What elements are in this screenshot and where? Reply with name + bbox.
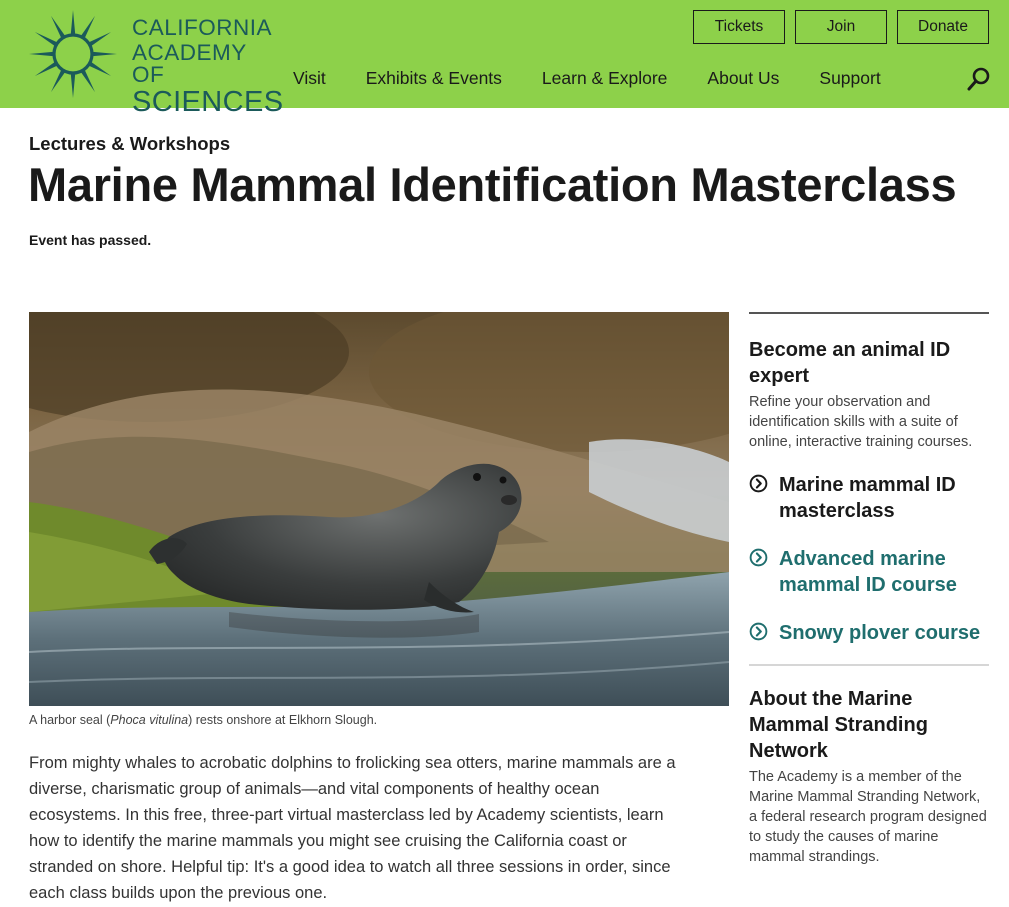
join-button[interactable]: Join	[795, 10, 887, 44]
tickets-button[interactable]: Tickets	[693, 10, 785, 44]
link-snowy-plover-course[interactable]: Snowy plover course	[749, 620, 989, 646]
page-title: Marine Mammal Identification Masterclass	[28, 158, 957, 211]
caption-suffix: ) rests onshore at Elkhorn Slough.	[188, 713, 378, 727]
sidebar-divider	[749, 664, 989, 666]
stranding-network-block: About the Marine Mammal Stranding Networ…	[749, 686, 989, 867]
nav-item-visit[interactable]: Visit	[293, 68, 326, 89]
donate-button[interactable]: Donate	[897, 10, 989, 44]
logo-line-3: SCIENCES	[132, 85, 284, 118]
caption-species: Phoca vitulina	[110, 713, 189, 727]
event-category[interactable]: Lectures & Workshops	[29, 133, 230, 155]
sidebar-text-animal-id: Refine your observation and identificati…	[749, 394, 973, 450]
harbor-seal-image	[29, 312, 729, 706]
link-label: Marine mammal ID masterclass	[779, 474, 956, 522]
sidebar: Become an animal ID expert Refine your o…	[749, 312, 989, 867]
logo-ray	[70, 72, 76, 98]
logo-wordmark: CALIFORNIA ACADEMY OF SCIENCES	[132, 15, 284, 118]
utility-buttons: Tickets Join Donate	[693, 10, 989, 44]
chevron-circle-right-icon	[749, 548, 768, 567]
image-caption: A harbor seal (Phoca vitulina) rests ons…	[29, 713, 377, 727]
logo-ray	[34, 61, 58, 76]
academy-logo[interactable]: CALIFORNIA ACADEMY OF SCIENCES	[27, 9, 283, 116]
link-marine-mammal-masterclass[interactable]: Marine mammal ID masterclass	[749, 472, 989, 524]
sidebar-heading-stranding-network: About the Marine Mammal Stranding Networ…	[749, 688, 928, 762]
logo-ray	[80, 15, 95, 39]
logo-ray	[88, 61, 112, 76]
nav-item-learn-explore[interactable]: Learn & Explore	[542, 68, 668, 89]
starburst-logo-icon	[29, 10, 117, 98]
chevron-circle-right-icon	[749, 622, 768, 641]
nav-item-about-us[interactable]: About Us	[707, 68, 779, 89]
event-status: Event has passed.	[29, 232, 152, 248]
site-header: CALIFORNIA ACADEMY OF SCIENCES Tickets J…	[0, 0, 1009, 116]
logo-ray	[51, 69, 66, 93]
nav-item-support[interactable]: Support	[819, 68, 880, 89]
event-description: From mighty whales to acrobatic dolphins…	[29, 754, 676, 902]
logo-line-1: CALIFORNIA	[132, 15, 273, 40]
sidebar-text-stranding-network: The Academy is a member of the Marine Ma…	[749, 769, 987, 865]
logo-ray	[29, 51, 55, 57]
logo-ray	[70, 10, 76, 36]
link-label: Advanced marine mammal ID course	[779, 548, 957, 596]
nav-item-exhibits-events[interactable]: Exhibits & Events	[366, 68, 502, 89]
main-navigation: Visit Exhibits & Events Learn & Explore …	[293, 68, 921, 89]
logo-ray	[88, 32, 112, 47]
chevron-circle-right-icon	[749, 474, 768, 493]
logo-ray	[80, 69, 95, 93]
logo-ray	[34, 32, 58, 47]
logo-line-2: ACADEMY OF	[132, 39, 247, 87]
caption-prefix: A harbor seal (	[29, 713, 111, 727]
link-advanced-marine-mammal-course[interactable]: Advanced marine mammal ID course	[749, 546, 989, 598]
logo-ray	[91, 51, 117, 57]
sidebar-divider	[749, 312, 989, 314]
logo-ray	[51, 15, 66, 39]
sidebar-heading-animal-id: Become an animal ID expert	[749, 339, 951, 387]
search-icon[interactable]	[966, 66, 992, 92]
link-label: Snowy plover course	[779, 622, 981, 644]
